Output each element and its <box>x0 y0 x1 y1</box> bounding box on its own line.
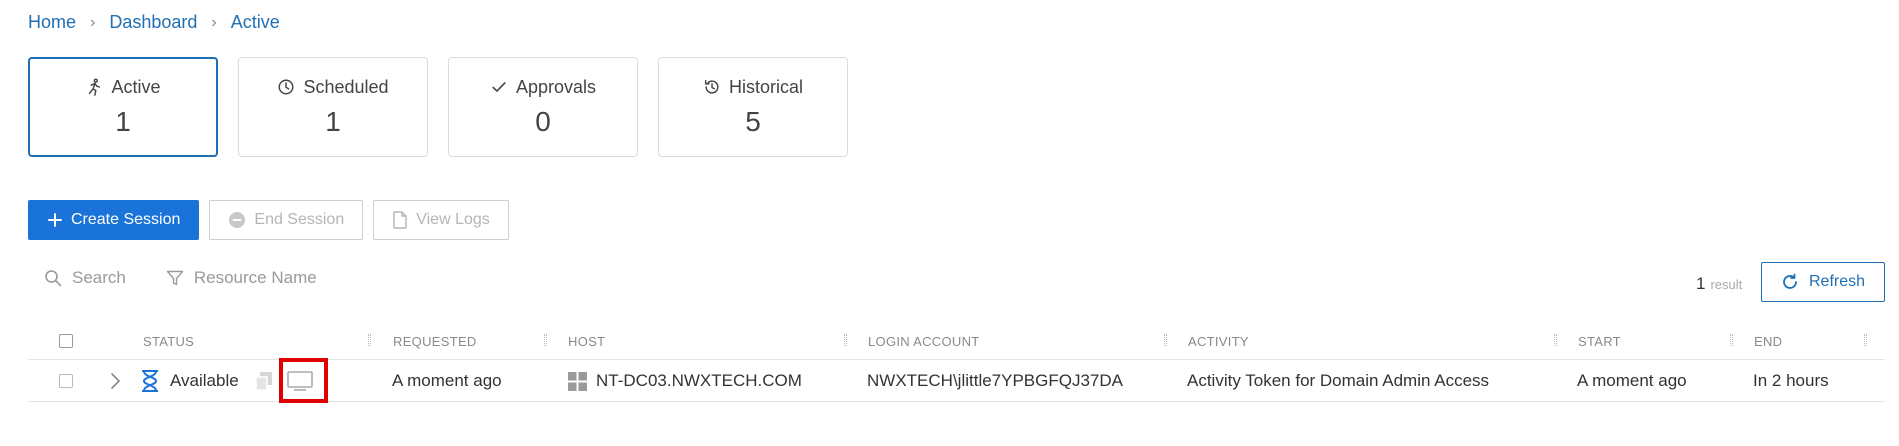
plus-icon <box>48 213 62 227</box>
card-count: 5 <box>745 105 761 137</box>
start-cell: A moment ago <box>1577 371 1687 390</box>
session-toolbar: Create Session End Session View Logs <box>28 200 509 240</box>
card-label: Active <box>111 76 161 97</box>
card-label: Scheduled <box>303 76 389 97</box>
card-scheduled[interactable]: Scheduled 1 <box>238 57 428 157</box>
result-number: 1 <box>1696 274 1706 293</box>
select-all-cell <box>59 322 73 360</box>
breadcrumb: Home › Dashboard › Active <box>28 12 280 33</box>
column-header-host[interactable]: HOST <box>568 322 605 360</box>
resource-name-filter[interactable]: Resource Name <box>166 268 317 288</box>
card-historical[interactable]: Historical 5 <box>658 57 848 157</box>
table-header: STATUS REQUESTED HOST LOGIN ACCOUNT ACTI… <box>28 322 1885 360</box>
windows-logo-icon <box>568 371 587 391</box>
refresh-button[interactable]: Refresh <box>1761 262 1885 302</box>
end-session-button[interactable]: End Session <box>209 200 364 240</box>
column-resize-handle[interactable] <box>368 334 371 346</box>
refresh-icon <box>1783 273 1797 289</box>
column-resize-handle[interactable] <box>1164 334 1167 346</box>
requested-cell: A moment ago <box>392 371 502 390</box>
hourglass-icon <box>142 370 158 392</box>
filter-bar: Search Resource Name <box>44 268 317 288</box>
minus-circle-icon <box>229 212 246 228</box>
end-cell: In 2 hours <box>1753 371 1829 390</box>
login-account-cell: NWXTECH\jlittle7YPBGFQJ37DA <box>867 371 1123 390</box>
resource-name-label: Resource Name <box>193 268 317 287</box>
column-header-activity[interactable]: ACTIVITY <box>1188 322 1249 360</box>
card-label: Historical <box>728 76 803 97</box>
copy-icon[interactable] <box>254 371 274 391</box>
card-count: 1 <box>325 105 341 137</box>
filter-icon <box>166 270 184 286</box>
column-resize-handle[interactable] <box>1730 334 1733 346</box>
chevron-right-icon[interactable] <box>108 372 122 390</box>
column-header-end[interactable]: END <box>1754 322 1782 360</box>
create-session-button[interactable]: Create Session <box>28 200 200 240</box>
result-count: 1 result <box>1696 274 1742 294</box>
row-checkbox[interactable] <box>59 374 73 388</box>
column-header-start[interactable]: START <box>1578 322 1621 360</box>
running-person-icon <box>89 78 101 96</box>
activity-cell: Activity Token for Domain Admin Access <box>1187 371 1490 390</box>
search-label: Search <box>72 268 126 287</box>
select-all-checkbox[interactable] <box>59 334 73 348</box>
card-approvals[interactable]: Approvals 0 <box>448 57 638 157</box>
card-count: 0 <box>535 105 551 137</box>
refresh-label: Refresh <box>1808 273 1866 290</box>
card-label: Approvals <box>515 76 597 97</box>
chevron-right-icon: › <box>211 13 217 31</box>
breadcrumb-active[interactable]: Active <box>231 12 280 33</box>
create-session-label: Create Session <box>71 211 181 228</box>
column-resize-handle[interactable] <box>844 334 847 346</box>
history-icon <box>704 79 719 94</box>
column-resize-handle[interactable] <box>1864 334 1867 346</box>
card-active[interactable]: Active 1 <box>28 57 218 157</box>
view-logs-button[interactable]: View Logs <box>373 200 509 240</box>
status-text: Available <box>170 371 239 390</box>
host-cell: NT-DC03.NWXTECH.COM <box>568 360 802 402</box>
search-filter[interactable]: Search <box>44 268 126 288</box>
row-select-cell <box>59 360 73 402</box>
column-header-requested[interactable]: REQUESTED <box>393 322 477 360</box>
column-header-status[interactable]: STATUS <box>143 322 194 360</box>
host-name: NT-DC03.NWXTECH.COM <box>596 371 802 390</box>
column-resize-handle[interactable] <box>544 334 547 346</box>
column-header-login-account[interactable]: LOGIN ACCOUNT <box>868 322 980 360</box>
clock-icon <box>278 79 294 95</box>
card-count: 1 <box>115 105 131 137</box>
copy-icon-cell <box>254 360 274 402</box>
checkmark-icon <box>492 82 506 92</box>
search-icon <box>45 270 62 287</box>
expand-row-cell <box>108 360 122 402</box>
breadcrumb-home[interactable]: Home <box>28 12 76 33</box>
status-cell: Available <box>140 360 239 402</box>
result-label: result <box>1710 277 1743 292</box>
end-session-label: End Session <box>254 211 345 228</box>
chevron-right-icon: › <box>90 13 96 31</box>
breadcrumb-dashboard[interactable]: Dashboard <box>109 12 197 33</box>
view-logs-label: View Logs <box>416 211 490 228</box>
highlight-box <box>279 358 328 403</box>
column-resize-handle[interactable] <box>1554 334 1557 346</box>
summary-cards: Active 1 Scheduled 1 Approvals 0 Histori… <box>28 57 848 157</box>
document-icon <box>393 211 407 229</box>
